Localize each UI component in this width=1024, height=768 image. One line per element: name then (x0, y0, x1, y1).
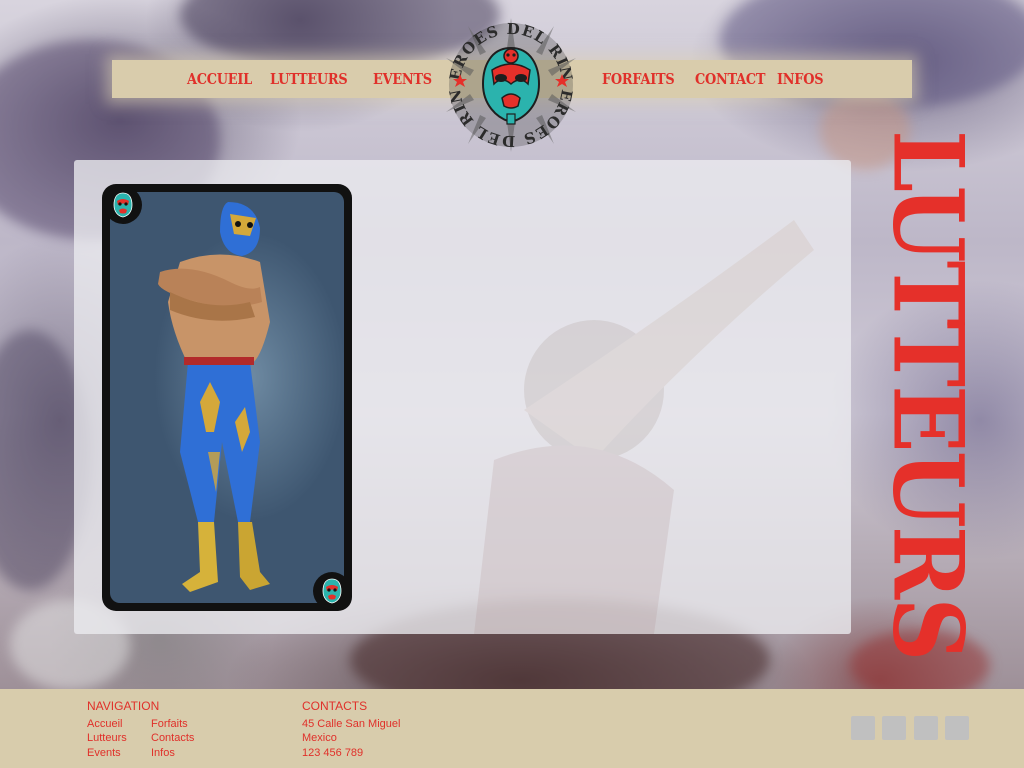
nav-infos[interactable]: INFOS (777, 70, 824, 88)
site-logo[interactable]: HEROES DEL RING HEROES DEL RING (428, 4, 586, 152)
footer-link-contacts[interactable]: Contacts (151, 732, 194, 744)
page-title: LUTTEURS (872, 130, 985, 659)
footer-link-forfaits[interactable]: Forfaits (151, 718, 188, 730)
contact-address: 45 Calle San Miguel (302, 718, 401, 730)
footer-navigation-heading: NAVIGATION (87, 699, 160, 713)
contact-city: Mexico (302, 732, 337, 744)
nav-contact[interactable]: CONTACT (695, 70, 766, 88)
wrestler-photo (110, 192, 344, 603)
social-icon-3[interactable] (914, 716, 938, 740)
footer-link-lutteurs[interactable]: Lutteurs (87, 732, 127, 744)
footer-link-accueil[interactable]: Accueil (87, 718, 122, 730)
footer-link-events[interactable]: Events (87, 747, 121, 759)
card-badge-bottom (313, 572, 351, 610)
nav-accueil[interactable]: ACCUEIL (187, 70, 252, 88)
social-icon-2[interactable] (882, 716, 906, 740)
luchador-mask-icon (113, 192, 133, 218)
luchador-mask-icon (322, 578, 342, 604)
card-badge-top (104, 186, 142, 224)
social-icon-1[interactable] (851, 716, 875, 740)
nav-events[interactable]: EVENTS (373, 70, 432, 88)
footer-link-infos[interactable]: Infos (151, 747, 175, 759)
contact-phone: 123 456 789 (302, 747, 364, 759)
footer-contacts-heading: CONTACTS (302, 699, 368, 713)
page-title-text: LUTTEURS (871, 130, 985, 660)
social-icon-4[interactable] (945, 716, 969, 740)
nav-lutteurs[interactable]: LUTTEURS (270, 70, 348, 88)
nav-forfaits[interactable]: FORFAITS (602, 70, 675, 88)
